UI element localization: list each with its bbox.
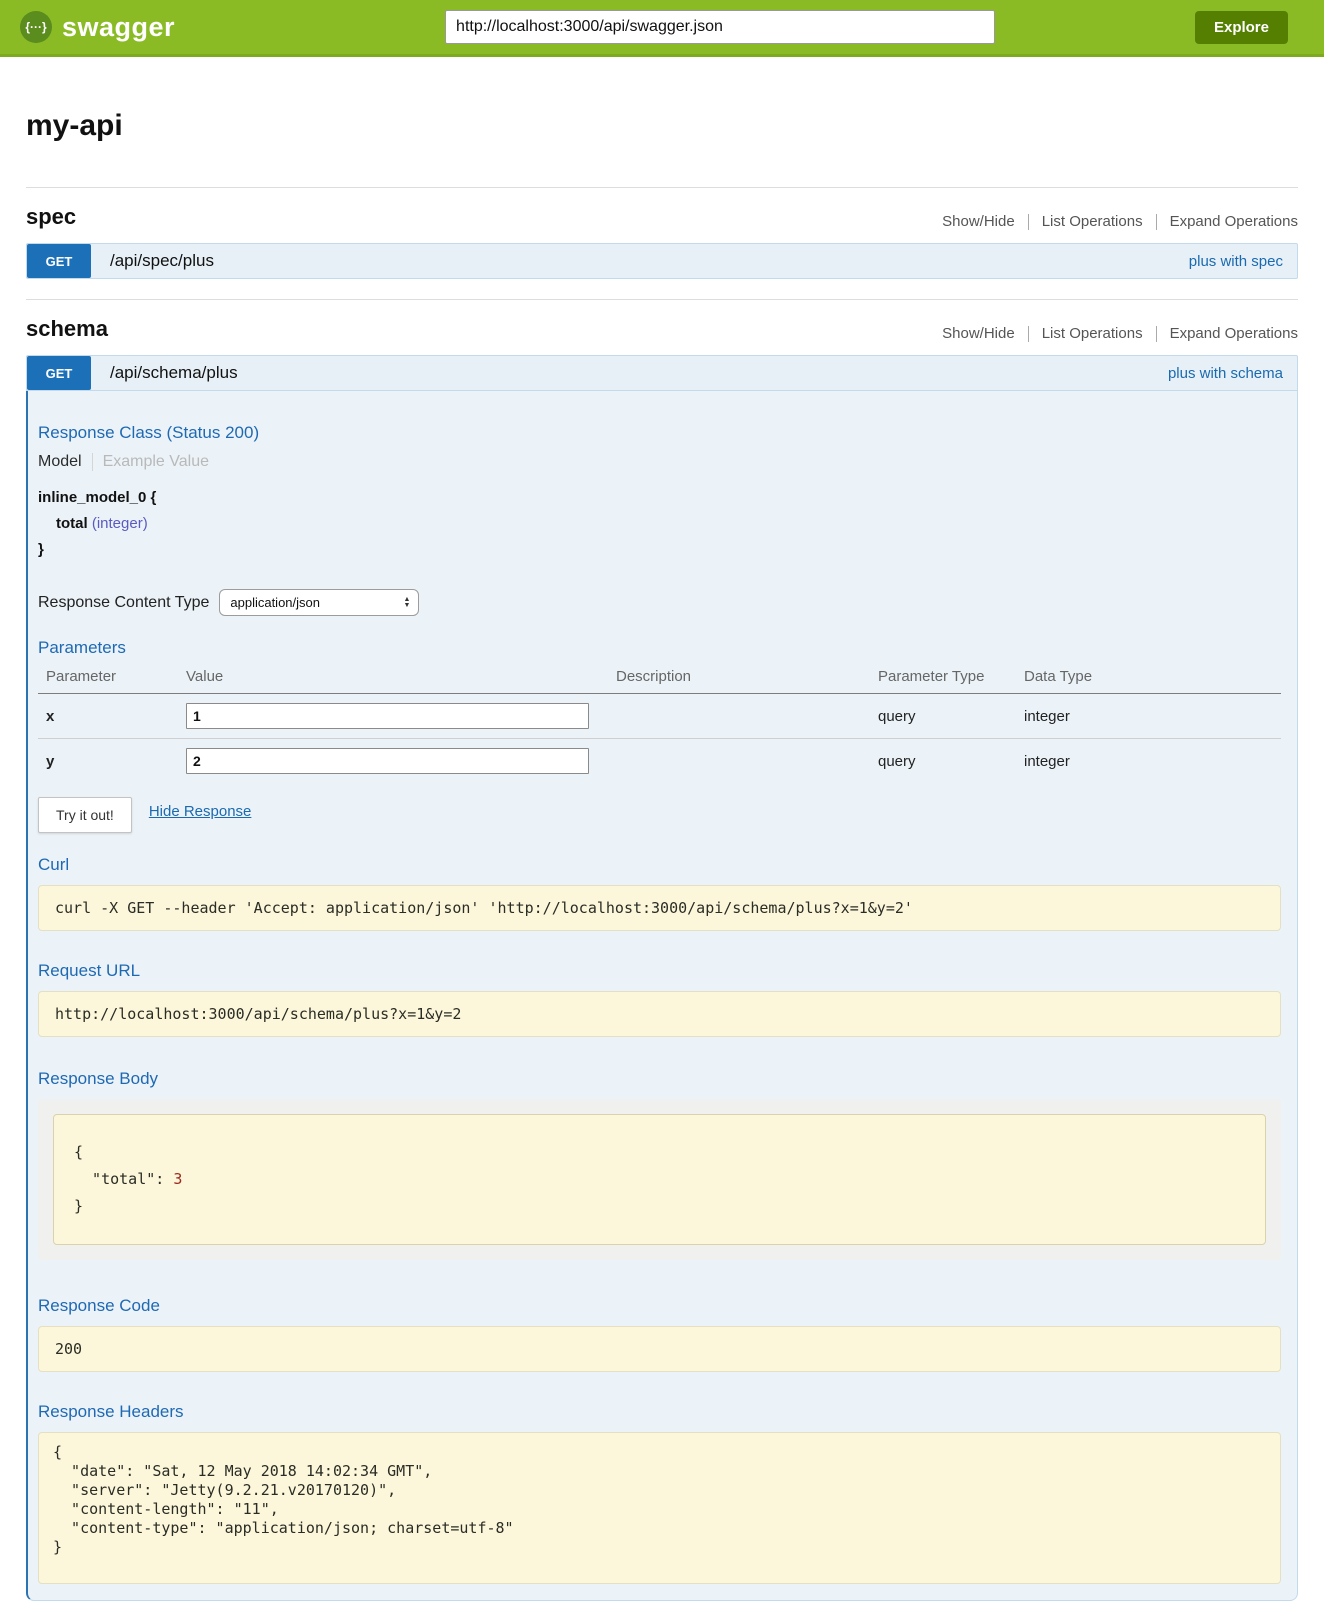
explore-button[interactable]: Explore bbox=[1195, 11, 1288, 44]
hide-response-link[interactable]: Hide Response bbox=[149, 803, 252, 820]
response-class-heading: Response Class (Status 200) bbox=[38, 423, 1281, 443]
rb-value: 3 bbox=[173, 1170, 182, 1188]
response-code-heading: Response Code bbox=[38, 1296, 1281, 1316]
model-signature: inline_model_0 { total (integer) } bbox=[38, 485, 1281, 563]
table-row: x query integer bbox=[38, 694, 1281, 739]
request-url-block: http://localhost:3000/api/schema/plus?x=… bbox=[38, 991, 1281, 1037]
swagger-brand[interactable]: {···} swagger bbox=[20, 11, 175, 43]
response-content-type-select[interactable]: application/json ▲▼ bbox=[219, 589, 419, 616]
param-description bbox=[608, 739, 870, 784]
curl-heading: Curl bbox=[38, 855, 1281, 875]
model-property-name: total bbox=[56, 515, 88, 532]
model-open: inline_model_0 { bbox=[38, 485, 1281, 511]
rb-close: } bbox=[74, 1197, 83, 1215]
resource-schema: schema Show/Hide List Operations Expand … bbox=[26, 299, 1298, 1601]
rb-open: { bbox=[74, 1143, 83, 1161]
resource-title-schema: schema bbox=[26, 316, 108, 342]
response-headers-heading: Response Headers bbox=[38, 1402, 1281, 1422]
param-type: query bbox=[870, 694, 1016, 739]
param-description bbox=[608, 694, 870, 739]
menu-separator bbox=[1156, 326, 1157, 342]
parameters-heading: Parameters bbox=[38, 638, 1281, 658]
resource-menu: Show/Hide List Operations Expand Operati… bbox=[942, 213, 1298, 230]
tab-example-value[interactable]: Example Value bbox=[103, 453, 209, 471]
endpoint-row-schema-plus[interactable]: GET /api/schema/plus plus with schema bbox=[26, 355, 1298, 391]
operation-expanded-content: Response Class (Status 200) Model Exampl… bbox=[26, 391, 1298, 1601]
top-header-bar: {···} swagger Explore bbox=[0, 0, 1324, 57]
endpoint-path-link[interactable]: /api/spec/plus bbox=[91, 244, 214, 278]
resource-spec: spec Show/Hide List Operations Expand Op… bbox=[26, 187, 1298, 279]
expand-operations-link[interactable]: Expand Operations bbox=[1170, 213, 1298, 230]
parameters-table: Parameter Value Description Parameter Ty… bbox=[38, 662, 1281, 783]
response-content-type-value: application/json bbox=[230, 595, 320, 610]
menu-separator bbox=[1028, 214, 1029, 230]
response-content-type-row: Response Content Type application/json ▲… bbox=[38, 589, 1281, 616]
param-y-input[interactable] bbox=[186, 748, 589, 774]
param-data-type: integer bbox=[1016, 694, 1281, 739]
model-property: total (integer) bbox=[38, 511, 1281, 537]
list-operations-link[interactable]: List Operations bbox=[1042, 213, 1143, 230]
menu-separator bbox=[1156, 214, 1157, 230]
model-property-type: (integer) bbox=[92, 515, 148, 532]
expand-operations-link[interactable]: Expand Operations bbox=[1170, 325, 1298, 342]
param-name: x bbox=[38, 694, 178, 739]
page-title: my-api bbox=[26, 109, 1298, 143]
tab-model[interactable]: Model bbox=[38, 453, 82, 471]
param-type: query bbox=[870, 739, 1016, 784]
endpoint-summary-link[interactable]: plus with spec bbox=[1189, 244, 1297, 278]
response-headers-block: { "date": "Sat, 12 May 2018 14:02:34 GMT… bbox=[38, 1432, 1281, 1584]
select-updown-icon: ▲▼ bbox=[403, 597, 410, 609]
response-content-type-label: Response Content Type bbox=[38, 594, 209, 612]
request-url-heading: Request URL bbox=[38, 961, 1281, 981]
try-it-out-button[interactable]: Try it out! bbox=[38, 797, 132, 833]
get-method-badge[interactable]: GET bbox=[27, 356, 91, 390]
col-header-value: Value bbox=[178, 662, 608, 694]
rb-key: "total": bbox=[74, 1170, 173, 1188]
response-body-panel: { "total": 3 } bbox=[38, 1099, 1281, 1260]
tab-separator bbox=[92, 453, 93, 471]
response-body-heading: Response Body bbox=[38, 1069, 1281, 1089]
show-hide-link[interactable]: Show/Hide bbox=[942, 325, 1015, 342]
endpoint-row-spec-plus[interactable]: GET /api/spec/plus plus with spec bbox=[26, 243, 1298, 279]
list-operations-link[interactable]: List Operations bbox=[1042, 325, 1143, 342]
endpoint-path-link[interactable]: /api/schema/plus bbox=[91, 356, 238, 390]
response-body-block: { "total": 3 } bbox=[53, 1114, 1266, 1245]
param-x-input[interactable] bbox=[186, 703, 589, 729]
menu-separator bbox=[1028, 326, 1029, 342]
param-data-type: integer bbox=[1016, 739, 1281, 784]
model-close: } bbox=[38, 537, 1281, 563]
col-header-data-type: Data Type bbox=[1016, 662, 1281, 694]
endpoint-summary-link[interactable]: plus with schema bbox=[1168, 356, 1297, 390]
spec-url-input[interactable] bbox=[445, 10, 995, 44]
col-header-parameter-type: Parameter Type bbox=[870, 662, 1016, 694]
swagger-logo-icon: {···} bbox=[20, 11, 52, 43]
table-row: y query integer bbox=[38, 739, 1281, 784]
curl-command-block: curl -X GET --header 'Accept: applicatio… bbox=[38, 885, 1281, 931]
param-name: y bbox=[38, 739, 178, 784]
show-hide-link[interactable]: Show/Hide bbox=[942, 213, 1015, 230]
model-tabs: Model Example Value bbox=[38, 453, 1281, 471]
resource-title-spec: spec bbox=[26, 204, 76, 230]
col-header-parameter: Parameter bbox=[38, 662, 178, 694]
resource-menu: Show/Hide List Operations Expand Operati… bbox=[942, 325, 1298, 342]
brand-name: swagger bbox=[62, 12, 175, 43]
col-header-description: Description bbox=[608, 662, 870, 694]
response-code-block: 200 bbox=[38, 1326, 1281, 1372]
get-method-badge[interactable]: GET bbox=[27, 244, 91, 278]
